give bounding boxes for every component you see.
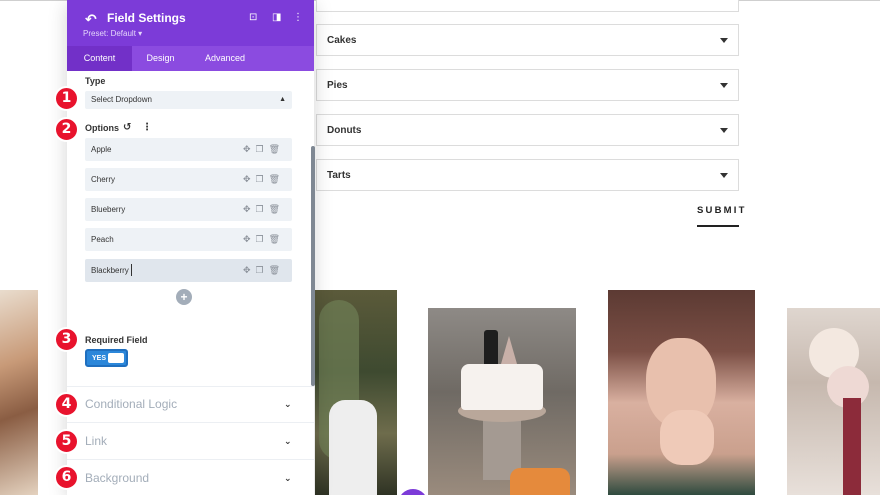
dropdown-donuts[interactable]: Donuts — [316, 114, 739, 146]
gallery-image-woman-portrait — [0, 290, 38, 495]
tab-advanced[interactable]: Advanced — [189, 46, 261, 71]
gallery-image-bouquet — [787, 308, 880, 495]
image-detail-cake — [461, 364, 543, 410]
chevron-down-icon[interactable]: ⌄ — [284, 473, 292, 484]
reset-icon[interactable]: ↺ — [123, 122, 131, 133]
chevron-down-icon[interactable]: ⌄ — [284, 436, 292, 447]
trash-icon[interactable]: 🗑 — [269, 174, 285, 184]
group-background[interactable]: Background — [85, 471, 149, 485]
option-label: Blueberry — [91, 205, 126, 214]
required-field-label: Required Field — [85, 335, 148, 345]
image-detail-fruit — [510, 468, 570, 495]
move-icon[interactable]: ✥ — [243, 265, 256, 275]
tab-content[interactable]: Content — [67, 46, 132, 71]
dropdown-cakes[interactable]: Cakes — [316, 24, 739, 56]
chevron-down-icon — [720, 128, 728, 133]
move-icon[interactable]: ✥ — [243, 174, 256, 184]
gallery-image-bride-greenery — [315, 290, 397, 495]
group-conditional-logic[interactable]: Conditional Logic — [85, 397, 177, 411]
image-detail-topper — [501, 336, 517, 364]
type-label: Type — [85, 76, 106, 86]
step-badge-1: 1 — [54, 86, 79, 111]
image-detail-topper — [484, 330, 498, 364]
panel-scrollbar[interactable] — [311, 146, 315, 386]
dropdown-label: Tarts — [327, 169, 351, 181]
image-detail-dress — [329, 400, 377, 495]
panel-title: Field Settings — [107, 11, 186, 25]
field-settings-panel: ↶ Field Settings Preset: Default ▾ ⊡ ◨ ⋮… — [67, 0, 314, 495]
toggle-knob — [108, 353, 124, 363]
preset-selector[interactable]: Preset: Default ▾ — [83, 29, 142, 38]
dropdown-label: Donuts — [327, 124, 362, 136]
option-row-blackberry[interactable]: Blackberry ✥❐🗑 — [85, 259, 292, 282]
dropdown-label: Pies — [327, 79, 348, 91]
required-field-toggle[interactable]: YES — [85, 349, 128, 367]
dropdown-partial[interactable] — [316, 0, 739, 12]
select-arrows-icon: ▲ — [279, 96, 286, 103]
chevron-down-icon — [720, 38, 728, 43]
step-badge-6: 6 — [54, 465, 79, 490]
option-row-cherry[interactable]: Cherry ✥❐🗑 — [85, 168, 292, 191]
move-icon[interactable]: ✥ — [243, 144, 256, 154]
option-input[interactable]: Blackberry — [91, 259, 129, 282]
image-detail-ribbon — [843, 398, 861, 495]
move-icon[interactable]: ✥ — [243, 234, 256, 244]
trash-icon[interactable]: 🗑 — [269, 265, 285, 275]
option-row-apple[interactable]: Apple ✥❐🗑 — [85, 138, 292, 161]
option-label: Peach — [91, 235, 114, 244]
dropdown-pies[interactable]: Pies — [316, 69, 739, 101]
panel-tabs: Content Design Advanced — [67, 46, 314, 71]
gallery-image-wedding-cake — [428, 308, 576, 495]
move-icon[interactable]: ✥ — [243, 204, 256, 214]
gallery-image-bride-earring — [608, 290, 755, 495]
toggle-value: YES — [92, 355, 107, 362]
step-badge-3: 3 — [54, 327, 79, 352]
option-label: Apple — [91, 145, 112, 154]
type-select[interactable]: Select Dropdown ▲ — [85, 91, 292, 109]
trash-icon[interactable]: 🗑 — [269, 234, 285, 244]
undo-icon[interactable]: ↶ — [85, 11, 97, 28]
tab-design[interactable]: Design — [132, 46, 189, 71]
chevron-down-icon — [720, 173, 728, 178]
copy-icon[interactable]: ❐ — [255, 144, 268, 154]
submit-button[interactable]: SUBMIT — [697, 205, 744, 227]
copy-icon[interactable]: ❐ — [255, 174, 268, 184]
chevron-down-icon[interactable]: ⌄ — [284, 399, 292, 410]
dropdown-label: Cakes — [327, 34, 357, 46]
chevron-down-icon — [720, 83, 728, 88]
builder-fab-button[interactable] — [398, 489, 428, 495]
copy-icon[interactable]: ❐ — [255, 204, 268, 214]
divider — [67, 422, 314, 423]
option-label: Cherry — [91, 175, 116, 184]
step-badge-4: 4 — [54, 392, 79, 417]
group-link[interactable]: Link — [85, 434, 107, 448]
options-label: Options — [85, 123, 119, 133]
option-row-blueberry[interactable]: Blueberry ✥❐🗑 — [85, 198, 292, 221]
divider — [67, 386, 314, 387]
divider — [67, 459, 314, 460]
panel-header: ↶ Field Settings Preset: Default ▾ ⊡ ◨ ⋮ — [67, 0, 314, 46]
image-detail-hand — [660, 410, 714, 465]
kebab-icon[interactable]: ⋮ — [293, 12, 303, 23]
step-badge-5: 5 — [54, 429, 79, 454]
copy-icon[interactable]: ❐ — [255, 265, 268, 275]
kebab-icon[interactable]: ⋮ — [142, 122, 152, 133]
copy-icon[interactable]: ❐ — [255, 234, 268, 244]
option-row-peach[interactable]: Peach ✥❐🗑 — [85, 228, 292, 251]
type-select-value: Select Dropdown — [91, 95, 152, 104]
trash-icon[interactable]: 🗑 — [269, 144, 285, 154]
text-cursor — [131, 264, 132, 276]
dropdown-tarts[interactable]: Tarts — [316, 159, 739, 191]
trash-icon[interactable]: 🗑 — [269, 204, 285, 214]
add-option-button[interactable]: + — [176, 289, 192, 305]
step-badge-2: 2 — [54, 117, 79, 142]
target-icon[interactable]: ⊡ — [249, 12, 257, 23]
split-view-icon[interactable]: ◨ — [272, 12, 281, 23]
